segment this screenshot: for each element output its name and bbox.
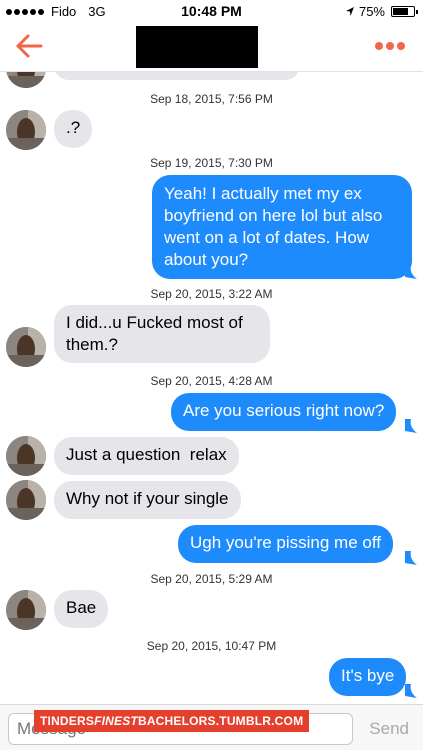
location-icon	[345, 7, 354, 16]
status-right: 75%	[345, 4, 418, 19]
message-list: Sep 18, 2015, 7:56 PM .? Sep 19, 2015, 7…	[0, 72, 423, 704]
avatar	[6, 72, 46, 88]
timestamp: Sep 20, 2015, 4:28 AM	[150, 374, 273, 388]
message-bubble-outgoing: Ugh you're pissing me off	[178, 525, 393, 563]
timestamp: Sep 20, 2015, 5:29 AM	[150, 572, 273, 586]
message-bubble-partial	[54, 72, 300, 80]
battery-percent: 75%	[358, 4, 385, 19]
bubble-tail	[405, 684, 417, 698]
avatar	[6, 480, 46, 520]
avatar	[6, 327, 46, 367]
timestamp: Sep 19, 2015, 7:30 PM	[150, 156, 273, 170]
back-arrow-icon[interactable]	[14, 32, 44, 60]
timestamp: Sep 18, 2015, 7:56 PM	[150, 92, 273, 106]
avatar	[6, 110, 46, 150]
watermark-banner: TINDERSFINESTBACHELORS.TUMBLR.COM	[34, 710, 310, 732]
send-button[interactable]: Send	[369, 719, 409, 739]
bubble-tail	[405, 551, 417, 565]
chat-header	[0, 22, 423, 72]
battery-icon	[391, 6, 418, 17]
bubble-tail	[405, 265, 417, 279]
message-bubble-incoming: Why not if your single	[54, 481, 241, 519]
watermark-part1: TINDERS	[40, 714, 95, 728]
avatar	[6, 436, 46, 476]
message-bubble-incoming: I did...u Fucked most of them.?	[54, 305, 270, 363]
message-bubble-outgoing: Are you serious right now?	[171, 393, 397, 431]
watermark-part3: BACHELORS.TUMBLR.COM	[137, 714, 304, 728]
timestamp: Sep 20, 2015, 3:22 AM	[150, 287, 273, 301]
message-bubble-outgoing: It's bye	[329, 658, 407, 696]
status-bar: Fido 3G 10:48 PM 75%	[0, 0, 423, 22]
message-bubble-incoming: Bae	[54, 590, 109, 628]
message-bubble-incoming: Just a question relax	[54, 437, 239, 475]
more-dots-icon[interactable]	[375, 42, 405, 50]
message-bubble-incoming: .?	[54, 110, 93, 148]
watermark-part2: FINEST	[94, 714, 138, 728]
avatar	[6, 590, 46, 630]
message-bubble-outgoing: Yeah! I actually met my ex boyfriend on …	[152, 175, 412, 279]
timestamp: Sep 20, 2015, 10:47 PM	[146, 639, 277, 653]
bubble-tail	[405, 419, 417, 433]
redacted-profile-name	[136, 26, 258, 68]
